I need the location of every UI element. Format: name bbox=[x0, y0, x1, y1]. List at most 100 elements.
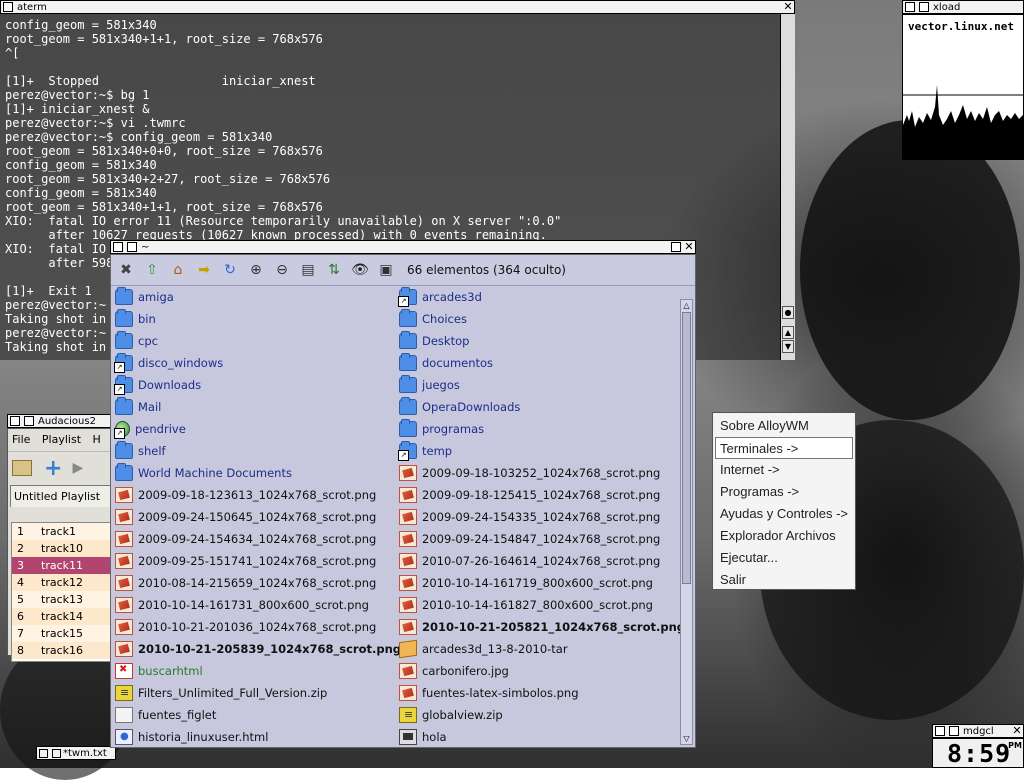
file-item[interactable]: buscarhtml bbox=[111, 660, 395, 682]
fm-titlebar[interactable]: ~ ✕ bbox=[110, 240, 696, 254]
menu-item[interactable]: Sobre AlloyWM bbox=[713, 415, 855, 437]
open-folder-icon[interactable] bbox=[12, 460, 32, 476]
file-item[interactable]: hola bbox=[395, 726, 679, 748]
file-item[interactable]: 2010-10-21-205839_1024x768_scrot.png bbox=[111, 638, 401, 660]
playlist-track[interactable]: 2 track10 bbox=[12, 540, 115, 557]
refresh-icon[interactable]: ↻ bbox=[219, 259, 241, 281]
file-item[interactable]: carbonifero.jpg bbox=[395, 660, 679, 682]
file-item[interactable]: 2010-10-21-205821_1024x768_scrot.png bbox=[395, 616, 685, 638]
scroll-down-icon[interactable]: ▽ bbox=[681, 733, 692, 744]
menu-item[interactable]: Ayudas y Controles -> bbox=[713, 503, 855, 525]
list-view-icon[interactable]: ▤ bbox=[297, 259, 319, 281]
file-item[interactable]: Mail bbox=[111, 396, 395, 418]
menu-item[interactable]: Ejecutar... bbox=[713, 547, 855, 569]
menu-item[interactable]: Terminales -> bbox=[715, 437, 853, 459]
file-item[interactable]: 2009-09-24-150645_1024x768_scrot.png bbox=[111, 506, 395, 528]
scroll-up-icon[interactable]: △ bbox=[681, 300, 692, 311]
playlist-list[interactable]: 1 track1 2 track10 3 track11 4 track12 5 track13 6… bbox=[11, 522, 116, 662]
file-item[interactable]: 2009-09-25-151741_1024x768_scrot.png bbox=[111, 550, 395, 572]
file-item[interactable]: World Machine Documents bbox=[111, 462, 395, 484]
file-item[interactable]: Desktop bbox=[395, 330, 679, 352]
xload-window[interactable]: xload vector.linux.net bbox=[902, 0, 1024, 160]
file-item[interactable]: 2010-10-14-161719_800x600_scrot.png bbox=[395, 572, 679, 594]
close-icon[interactable]: ✖ bbox=[115, 259, 137, 281]
scroll-down-icon[interactable]: ▼ bbox=[782, 340, 794, 353]
resize-button[interactable] bbox=[127, 242, 137, 252]
clock-titlebar[interactable]: mdgcl ✕ bbox=[932, 724, 1024, 738]
menu-item[interactable]: Salir bbox=[713, 569, 855, 591]
resize-button[interactable] bbox=[949, 726, 959, 736]
home-icon[interactable]: ⌂ bbox=[167, 259, 189, 281]
audacious-titlebar[interactable]: Audacious2 bbox=[7, 414, 115, 428]
file-item[interactable]: Choices bbox=[395, 308, 679, 330]
file-item[interactable]: Filters_Unlimited_Full_Version.zip bbox=[111, 682, 395, 704]
zoom-in-icon[interactable]: ⊕ bbox=[245, 259, 267, 281]
icon-button[interactable] bbox=[52, 748, 61, 758]
aterm-titlebar[interactable]: aterm ✕ bbox=[0, 0, 795, 14]
file-item[interactable]: globalview.zip bbox=[395, 704, 679, 726]
iconify-button[interactable] bbox=[905, 2, 915, 12]
aterm-scrollbar[interactable]: ● ▲ ▼ bbox=[780, 14, 795, 360]
file-item[interactable]: disco_windows bbox=[111, 352, 395, 374]
menu-item[interactable]: Internet -> bbox=[713, 459, 855, 481]
audacious-window[interactable]: Audacious2 File Playlist H + ▶ Untitled … bbox=[7, 414, 116, 662]
iconify-button[interactable] bbox=[10, 416, 20, 426]
twm-icon[interactable]: *twm.txt bbox=[36, 746, 116, 760]
file-item[interactable]: 2010-10-14-161731_800x600_scrot.png bbox=[111, 594, 395, 616]
scroll-thumb[interactable] bbox=[682, 312, 691, 584]
iconify-button[interactable] bbox=[935, 726, 945, 736]
xload-titlebar[interactable]: xload bbox=[902, 0, 1024, 14]
scroll-thumb[interactable]: ● bbox=[782, 306, 794, 319]
file-item[interactable]: temp bbox=[395, 440, 679, 462]
resize-button[interactable] bbox=[24, 416, 34, 426]
playlist-tab[interactable]: Untitled Playlist bbox=[10, 485, 114, 507]
file-item[interactable]: programas bbox=[395, 418, 679, 440]
file-item[interactable]: 2009-09-24-154634_1024x768_scrot.png bbox=[111, 528, 395, 550]
file-item[interactable]: 2009-09-18-125415_1024x768_scrot.png bbox=[395, 484, 679, 506]
zoom-out-icon[interactable]: ⊖ bbox=[271, 259, 293, 281]
file-item[interactable]: documentos bbox=[395, 352, 679, 374]
close-icon[interactable]: ✕ bbox=[683, 241, 695, 253]
file-item[interactable]: Downloads bbox=[111, 374, 395, 396]
playlist-track[interactable]: 1 track1 bbox=[12, 523, 115, 540]
menu-playlist[interactable]: Playlist bbox=[38, 429, 85, 450]
menu-file[interactable]: File bbox=[8, 429, 34, 450]
iconify-button[interactable] bbox=[3, 2, 13, 12]
file-item[interactable]: 2010-07-26-164614_1024x768_scrot.png bbox=[395, 550, 679, 572]
file-manager-window[interactable]: ~ ✕ ✖ ⇧ ⌂ ➡ ↻ ⊕ ⊖ ▤ ⇅ 👁 ▣ 66 elementos (… bbox=[110, 240, 696, 748]
resize-button[interactable] bbox=[919, 2, 929, 12]
file-item[interactable]: pendrive bbox=[111, 418, 395, 440]
file-item[interactable]: juegos bbox=[395, 374, 679, 396]
file-item[interactable]: cpc bbox=[111, 330, 395, 352]
up-arrow-icon[interactable]: ⇧ bbox=[141, 259, 163, 281]
playlist-track[interactable]: 4 track12 bbox=[12, 574, 115, 591]
file-item[interactable]: historia_linuxuser.html bbox=[111, 726, 395, 748]
details-icon[interactable]: ▣ bbox=[375, 259, 397, 281]
playlist-track[interactable]: 7 track15 bbox=[12, 625, 115, 642]
play-icon[interactable]: ▶ bbox=[72, 460, 83, 476]
file-item[interactable]: 2010-08-14-215659_1024x768_scrot.png bbox=[111, 572, 395, 594]
playlist-track[interactable]: 8 track16 bbox=[12, 642, 115, 659]
playlist-track[interactable]: 6 track14 bbox=[12, 608, 115, 625]
fm-scrollbar[interactable]: △ ▽ bbox=[680, 299, 693, 745]
sort-icon[interactable]: ⇅ bbox=[323, 259, 345, 281]
forward-icon[interactable]: ➡ bbox=[193, 259, 215, 281]
file-item[interactable]: fuentes-latex-simbolos.png bbox=[395, 682, 679, 704]
add-icon[interactable]: + bbox=[44, 456, 62, 481]
playlist-track[interactable]: 5 track13 bbox=[12, 591, 115, 608]
menu-item[interactable]: Explorador Archivos bbox=[713, 525, 855, 547]
scroll-up-icon[interactable]: ▲ bbox=[782, 326, 794, 339]
icon-button[interactable] bbox=[39, 748, 48, 758]
menu-help[interactable]: H bbox=[89, 429, 105, 450]
menu-item[interactable]: Programas -> bbox=[713, 481, 855, 503]
root-menu[interactable]: Sobre AlloyWM Terminales -> Internet -> Pro… bbox=[712, 412, 856, 590]
file-item[interactable]: fuentes_figlet bbox=[111, 704, 395, 726]
file-item[interactable]: amiga bbox=[111, 286, 395, 308]
clock-window[interactable]: mdgcl ✕ 8:59 PM bbox=[932, 724, 1024, 768]
file-item[interactable]: 2010-10-21-201036_1024x768_scrot.png bbox=[111, 616, 395, 638]
playlist-track[interactable]: 3 track11 bbox=[12, 557, 115, 574]
file-item[interactable]: arcades3d bbox=[395, 286, 679, 308]
minimize-button[interactable] bbox=[671, 242, 681, 252]
file-item[interactable]: OperaDownloads bbox=[395, 396, 679, 418]
iconify-button[interactable] bbox=[113, 242, 123, 252]
